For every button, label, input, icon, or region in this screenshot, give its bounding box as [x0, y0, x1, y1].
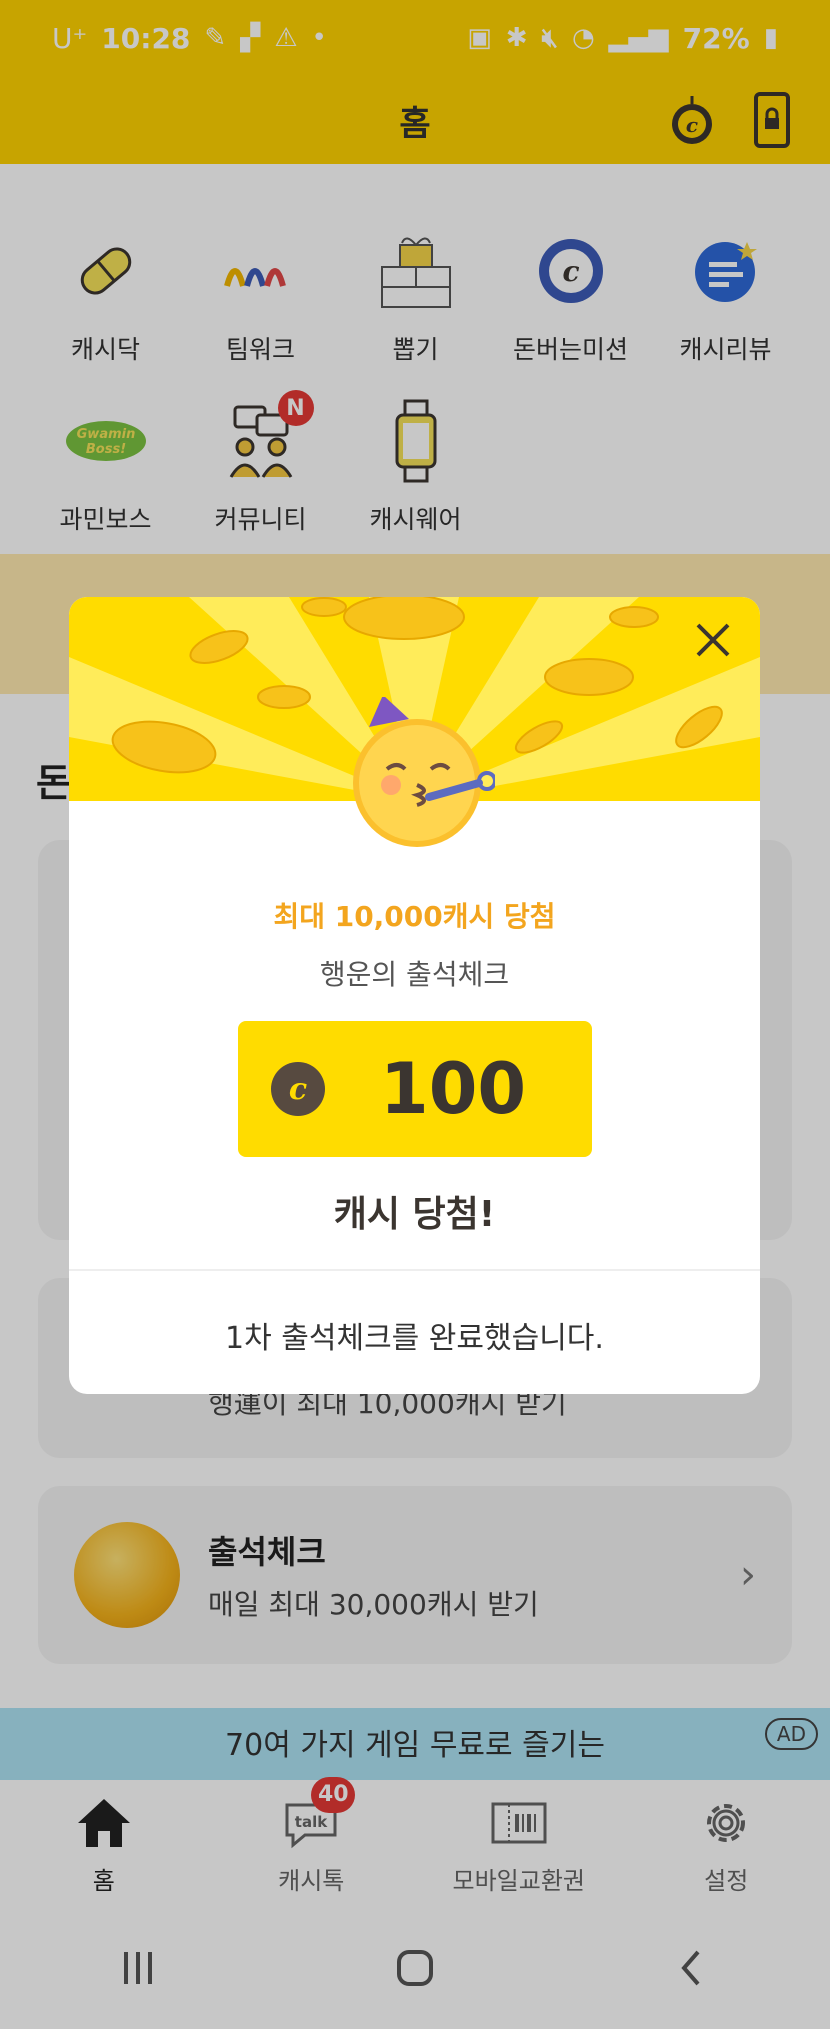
- reward-amount-box: c 100: [238, 1021, 592, 1157]
- reward-headline: 최대 10,000캐시 당첨: [273, 900, 556, 933]
- cash-coin-icon: c: [271, 1062, 325, 1116]
- reward-won-text: 캐시 당첨!: [333, 1194, 496, 1235]
- reward-amount: 100: [380, 1048, 527, 1130]
- reward-subtitle: 행운의 출석체크: [319, 958, 510, 991]
- completion-message: 1차 출석체크를 완료했습니다.: [225, 1321, 604, 1356]
- party-face-emoji-icon: [353, 697, 495, 847]
- divider: [69, 1269, 760, 1271]
- close-button[interactable]: [688, 615, 738, 665]
- close-icon: [696, 623, 730, 657]
- attendance-reward-modal: 최대 10,000캐시 당첨 행운의 출석체크 c 100 캐시 당첨! 1차 …: [69, 597, 760, 1394]
- svg-text:c: c: [289, 1072, 307, 1107]
